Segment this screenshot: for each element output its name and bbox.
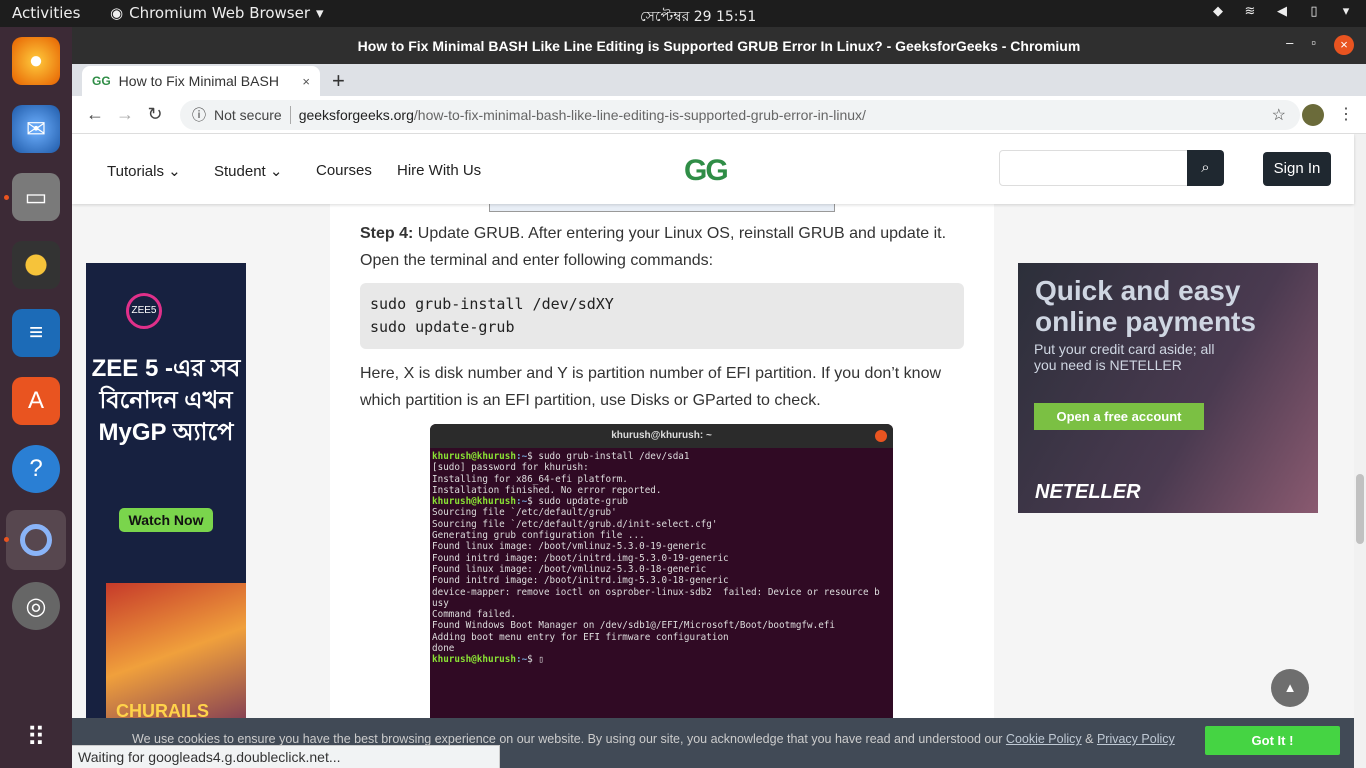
privacy-policy-link[interactable]: Privacy Policy xyxy=(1097,732,1175,746)
minimize-button[interactable]: – xyxy=(1286,35,1293,55)
clock[interactable]: সেপ্টেম্বর 29 15:51 xyxy=(640,5,756,29)
wifi-icon: ≋ xyxy=(1244,4,1256,19)
got-it-button[interactable]: Got It ! xyxy=(1205,726,1340,755)
browser-menu-button[interactable]: ⋮ xyxy=(1338,104,1354,124)
search-button[interactable]: ⌕ xyxy=(1187,150,1224,186)
nav-hire[interactable]: Hire With Us xyxy=(397,162,481,179)
ad-headline: ZEE 5 -এর সব বিনোদন এখন MyGP অ্যাপে xyxy=(91,355,241,446)
code-block[interactable]: sudo grub-install /dev/sdXY sudo update-… xyxy=(360,283,964,349)
bookmark-star-icon[interactable]: ☆ xyxy=(1272,105,1286,125)
files-icon[interactable]: ▭ xyxy=(12,173,60,221)
scroll-top-button[interactable]: ▲ xyxy=(1271,669,1309,707)
tab-close-button[interactable]: × xyxy=(302,74,310,89)
browser-window: How to Fix Minimal BASH Like Line Editin… xyxy=(72,27,1366,768)
site-header: Tutorials ⌄ Student ⌄ Courses Hire With … xyxy=(72,134,1354,204)
web-page: Tutorials ⌄ Student ⌄ Courses Hire With … xyxy=(72,134,1366,768)
explanation-paragraph: Here, X is disk number and Y is partitio… xyxy=(360,365,942,409)
app-grid-icon[interactable]: ⠿ xyxy=(12,713,60,761)
toolbar: ← → ↻ ⓘ Not secure geeksforgeeks.org/how… xyxy=(72,96,1366,134)
address-bar[interactable]: ⓘ Not secure geeksforgeeks.org/how-to-fi… xyxy=(180,100,1300,130)
shield-icon: ◆ xyxy=(1213,4,1223,19)
screenshot-image-top xyxy=(489,204,835,212)
tab-active[interactable]: GG How to Fix Minimal BASH × xyxy=(82,66,320,96)
nav-student[interactable]: Student ⌄ xyxy=(214,162,282,180)
back-button[interactable]: ← xyxy=(80,104,110,125)
right-ad[interactable]: Quick and easy online payments Put your … xyxy=(1018,263,1318,513)
battery-icon: ▯ xyxy=(1310,4,1318,19)
new-tab-button[interactable]: + xyxy=(332,68,345,94)
reload-button[interactable]: ↻ xyxy=(140,104,170,125)
gfg-favicon-icon: GG xyxy=(92,74,111,88)
page-scrollbar[interactable] xyxy=(1354,134,1366,768)
chevron-down-icon: ▾ xyxy=(316,4,324,22)
open-account-button[interactable]: Open a free account xyxy=(1034,403,1204,430)
app-menu[interactable]: ◉ Chromium Web Browser ▾ xyxy=(110,4,324,22)
thunderbird-icon[interactable]: ✉ xyxy=(12,105,60,153)
nav-courses[interactable]: Courses xyxy=(316,162,372,179)
left-ad[interactable]: ZEE5 ZEE 5 -এর সব বিনোদন এখন MyGP অ্যাপে… xyxy=(86,263,246,744)
terminal-titlebar: khurush@khurush: ~ xyxy=(430,424,893,448)
nav-tutorials[interactable]: Tutorials ⌄ xyxy=(107,162,181,180)
chromium-dock-icon[interactable] xyxy=(6,510,66,570)
activities-button[interactable]: Activities xyxy=(12,4,80,22)
sign-in-button[interactable]: Sign In xyxy=(1263,152,1331,186)
writer-icon[interactable]: ≡ xyxy=(12,309,60,357)
watch-now-button[interactable]: Watch Now xyxy=(119,508,213,532)
power-menu-icon: ▾ xyxy=(1342,4,1350,19)
forward-button[interactable]: → xyxy=(110,104,140,125)
maximize-button[interactable]: ▫ xyxy=(1311,35,1316,55)
chromium-icon: ◉ xyxy=(110,4,124,22)
status-bar: Waiting for googleads4.g.doubleclick.net… xyxy=(72,745,500,768)
cookie-policy-link[interactable]: Cookie Policy xyxy=(1006,732,1082,746)
info-icon[interactable]: ⓘ xyxy=(192,105,206,125)
volume-icon: ◀ xyxy=(1277,4,1287,19)
search-input[interactable] xyxy=(999,150,1188,186)
ad-headline: Quick and easy online payments xyxy=(1035,275,1256,337)
rhythmbox-icon[interactable] xyxy=(12,241,60,289)
dock: ● ✉ ▭ ≡ A ? ◎ ⠿ xyxy=(0,27,72,768)
close-window-button[interactable]: × xyxy=(1334,35,1354,55)
help-icon[interactable]: ? xyxy=(12,445,60,493)
tab-strip: GG How to Fix Minimal BASH × + xyxy=(72,64,1366,96)
ad-subtext: Put your credit card aside; all you need… xyxy=(1034,341,1215,373)
firefox-icon[interactable]: ● xyxy=(12,37,60,85)
search-icon: ⌕ xyxy=(1201,159,1210,176)
article: Step 4: Update GRUB. After entering your… xyxy=(330,204,994,768)
software-center-icon[interactable]: A xyxy=(12,377,60,425)
profile-avatar[interactable] xyxy=(1302,104,1324,126)
disc-icon[interactable]: ◎ xyxy=(12,582,60,630)
system-top-bar: Activities ◉ Chromium Web Browser ▾ সেপ্টে… xyxy=(0,0,1366,27)
system-tray[interactable]: ◆ ≋ ◀ ▯ ▾ xyxy=(1210,4,1354,20)
step-paragraph: Step 4: Update GRUB. After entering your… xyxy=(360,225,947,269)
caret-up-icon: ▲ xyxy=(1283,680,1297,695)
gfg-logo[interactable]: GG xyxy=(684,154,729,188)
terminal-screenshot: khurush@khurush: ~ khurush@khurush:~$ su… xyxy=(430,424,893,768)
window-titlebar: How to Fix Minimal BASH Like Line Editin… xyxy=(72,27,1366,64)
terminal-output: khurush@khurush:~$ sudo grub-install /de… xyxy=(432,451,880,666)
zee5-logo: ZEE5 xyxy=(126,293,162,329)
neteller-logo: NETELLER xyxy=(1035,481,1141,503)
